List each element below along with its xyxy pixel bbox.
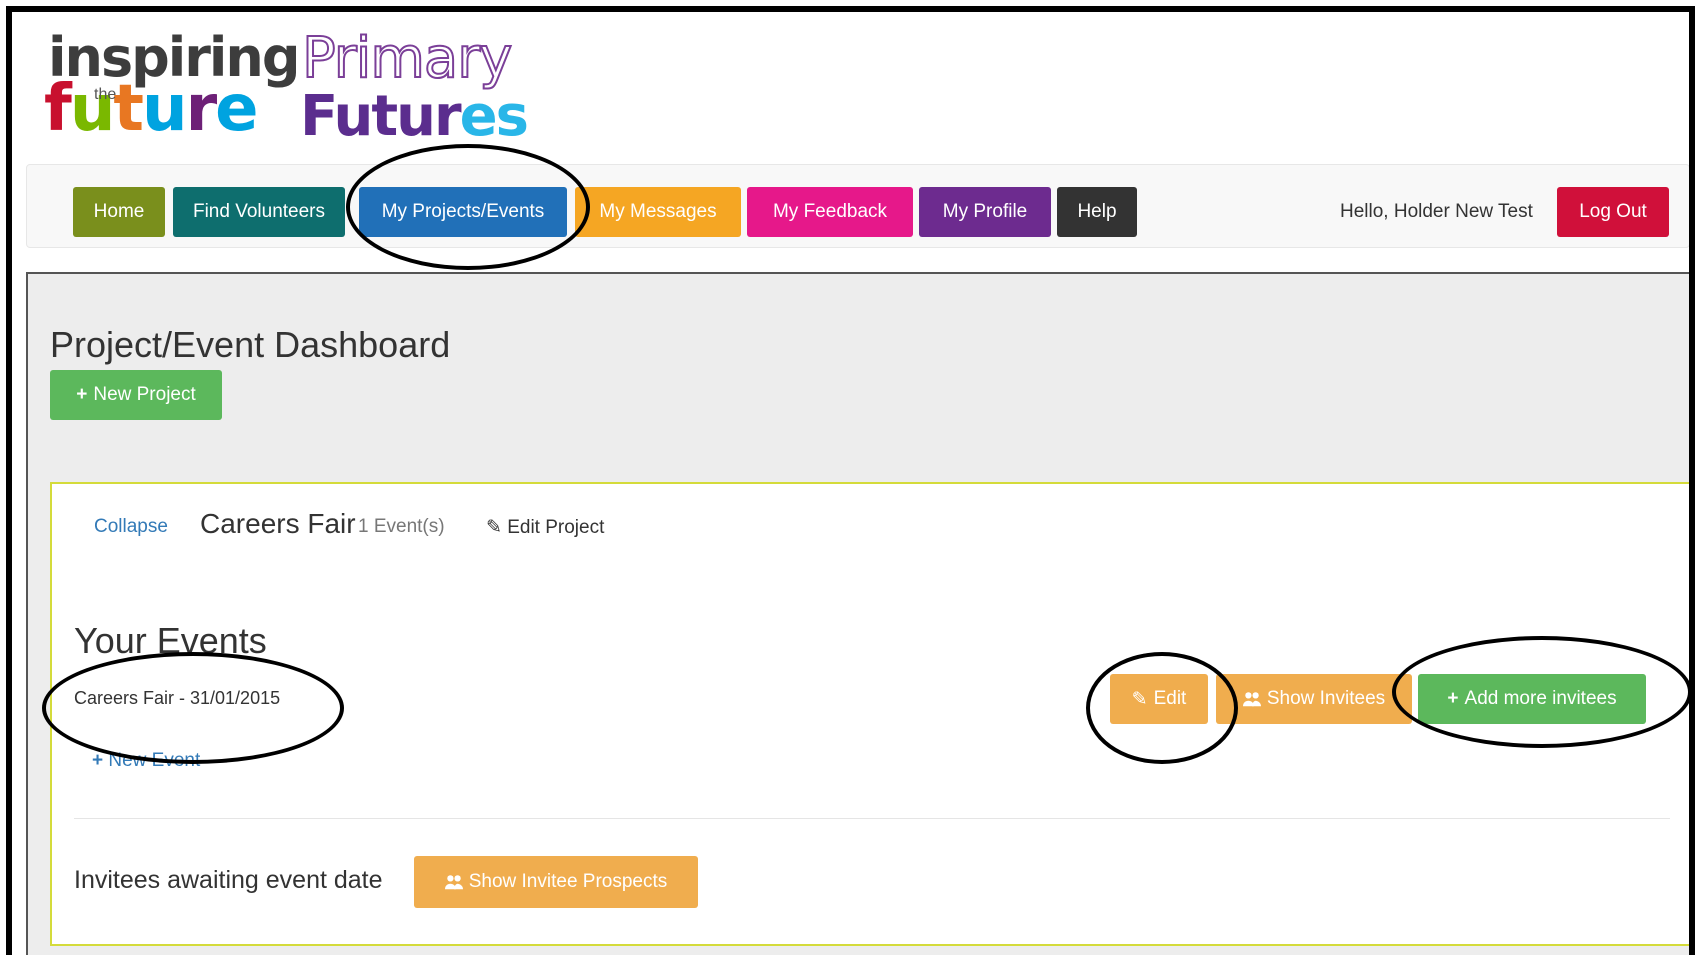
logo-word-future: future (44, 72, 259, 146)
pencil-icon: ✎ (486, 517, 502, 538)
show-invitee-prospects-label: Show Invitee Prospects (468, 871, 668, 892)
plus-icon: + (92, 750, 104, 771)
user-greeting: Hello, Holder New Test (1340, 201, 1533, 222)
nav-my-feedback-button[interactable]: My Feedback (747, 187, 913, 237)
new-project-label: New Project (93, 384, 196, 405)
primary-futures-logo[interactable]: Primary Futures (298, 25, 558, 149)
nav-home-button[interactable]: Home (73, 187, 165, 237)
show-invitees-button[interactable]: Show Invitees (1216, 674, 1412, 724)
logo-word-the: the (94, 86, 117, 103)
annotation-ellipse-add-invitees (1392, 636, 1689, 748)
new-project-button[interactable]: + New Project (50, 370, 222, 420)
annotation-ellipse-projects (346, 144, 590, 270)
nav-my-messages-button[interactable]: My Messages (575, 187, 741, 237)
main-navbar: Home Find Volunteers My Projects/Events … (26, 164, 1689, 248)
edit-project-link[interactable]: ✎ Edit Project (486, 516, 604, 539)
logo-word-futures: Futures (300, 84, 529, 149)
inspiring-the-future-logo[interactable]: inspiring future the (44, 26, 300, 146)
annotation-ellipse-edit (1086, 652, 1238, 764)
project-dashboard-panel: Project/Event Dashboard + New Project Co… (26, 272, 1689, 955)
show-invitees-label: Show Invitees (1266, 688, 1386, 709)
logo-word-primary: Primary (301, 25, 513, 92)
page-title: Project/Event Dashboard (50, 324, 451, 365)
project-event-count: 1 Event(s) (358, 516, 445, 537)
users-icon (444, 875, 463, 890)
edit-project-label: Edit Project (507, 517, 605, 538)
nav-my-profile-button[interactable]: My Profile (919, 187, 1051, 237)
logout-button[interactable]: Log Out (1557, 187, 1669, 237)
project-name: Careers Fair (200, 508, 356, 539)
nav-find-volunteers-button[interactable]: Find Volunteers (173, 187, 345, 237)
section-divider (74, 818, 1670, 819)
users-icon (1242, 692, 1261, 707)
invitees-awaiting-label: Invitees awaiting event date (74, 866, 383, 894)
nav-help-button[interactable]: Help (1057, 187, 1137, 237)
screenshot-frame: inspiring future the Primary Futures Hom… (6, 6, 1695, 955)
collapse-link[interactable]: Collapse (94, 516, 168, 538)
annotation-ellipse-event (42, 652, 344, 764)
plus-icon: + (76, 384, 88, 405)
show-invitee-prospects-button[interactable]: Show Invitee Prospects (414, 856, 698, 908)
